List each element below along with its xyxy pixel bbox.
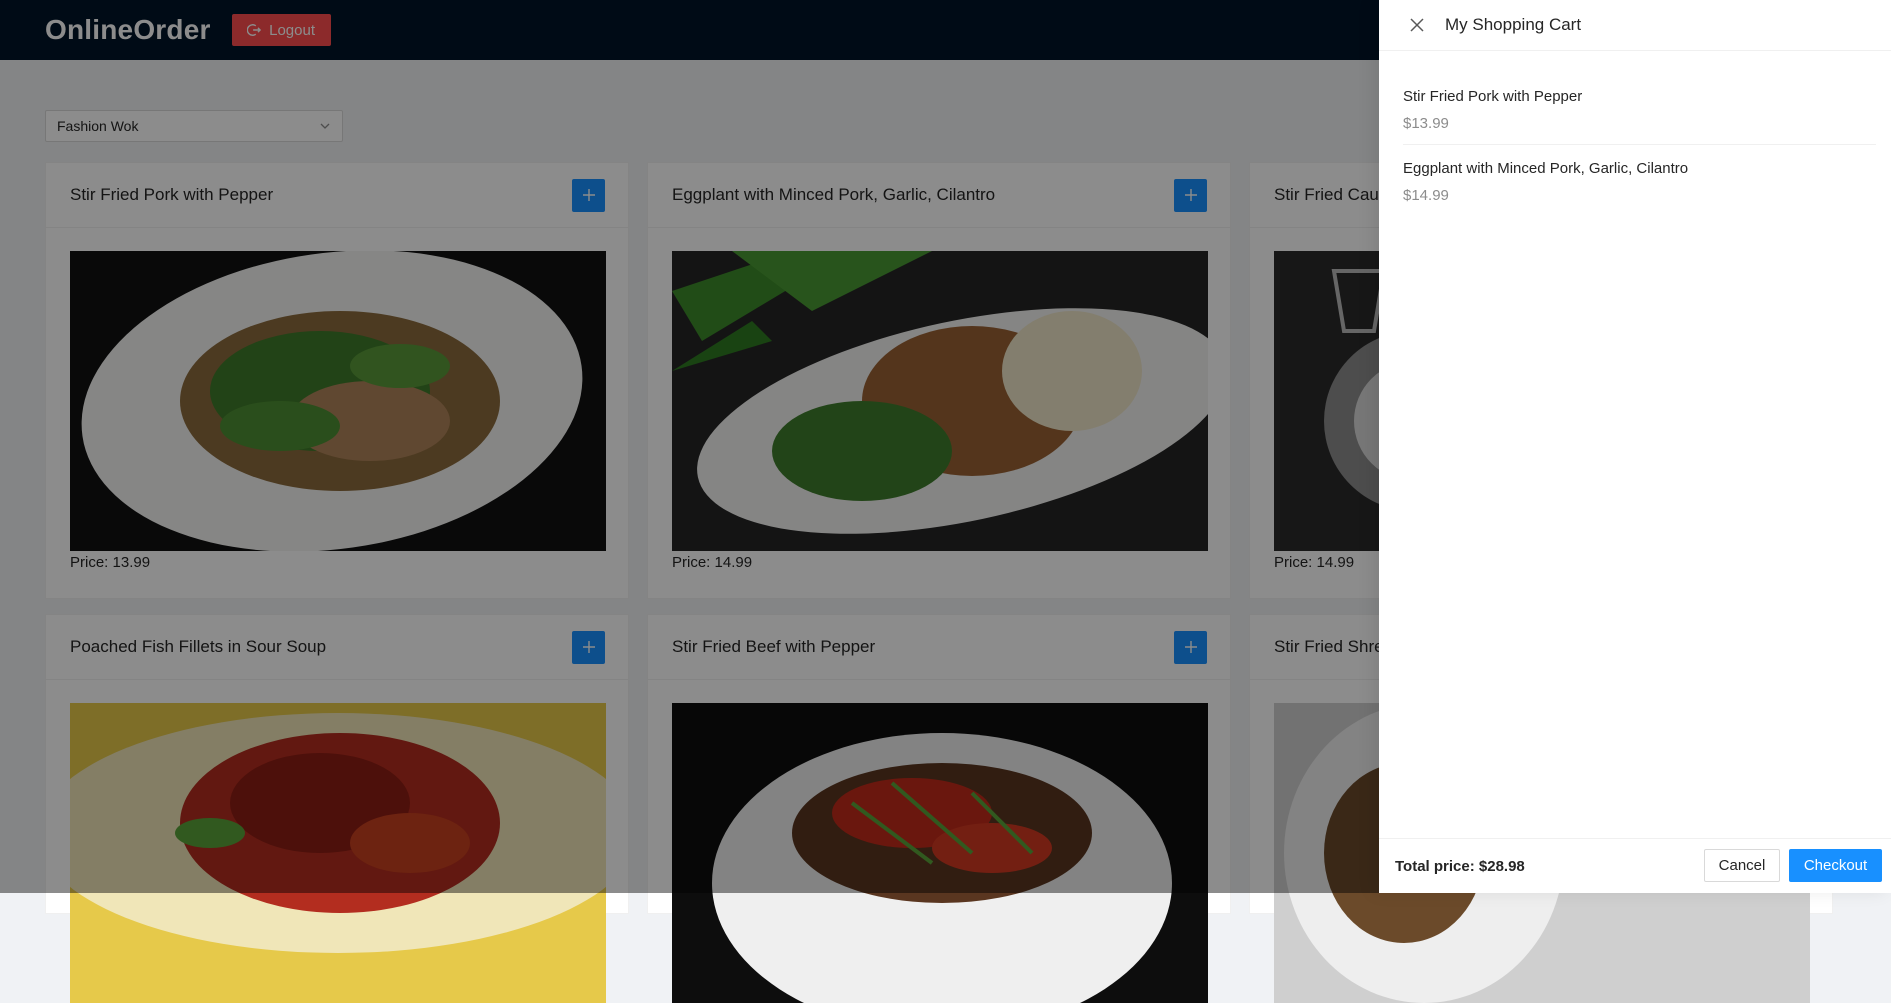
cancel-button[interactable]: Cancel bbox=[1704, 849, 1780, 882]
cart-item-price: $13.99 bbox=[1403, 115, 1449, 132]
drawer-footer: Total price: $28.98 Cancel Checkout bbox=[1379, 838, 1891, 893]
cart-item-name: Eggplant with Minced Pork, Garlic, Cilan… bbox=[1403, 160, 1689, 177]
drawer-header: My Shopping Cart bbox=[1379, 0, 1891, 51]
shopping-cart-drawer: My Shopping Cart Stir Fried Pork with Pe… bbox=[1379, 0, 1891, 893]
cart-item-name: Stir Fried Pork with Pepper bbox=[1403, 88, 1583, 105]
close-icon[interactable] bbox=[1409, 17, 1425, 33]
cart-item: Eggplant with Minced Pork, Garlic, Cilan… bbox=[1403, 145, 1876, 216]
total-price: Total price: $28.98 bbox=[1395, 857, 1525, 875]
cart-list: Stir Fried Pork with Pepper $13.99 Eggpl… bbox=[1379, 51, 1891, 216]
drawer-title: My Shopping Cart bbox=[1445, 15, 1582, 34]
cart-item: Stir Fried Pork with Pepper $13.99 bbox=[1403, 73, 1876, 145]
cart-item-price: $14.99 bbox=[1403, 187, 1449, 204]
checkout-button[interactable]: Checkout bbox=[1789, 849, 1882, 882]
